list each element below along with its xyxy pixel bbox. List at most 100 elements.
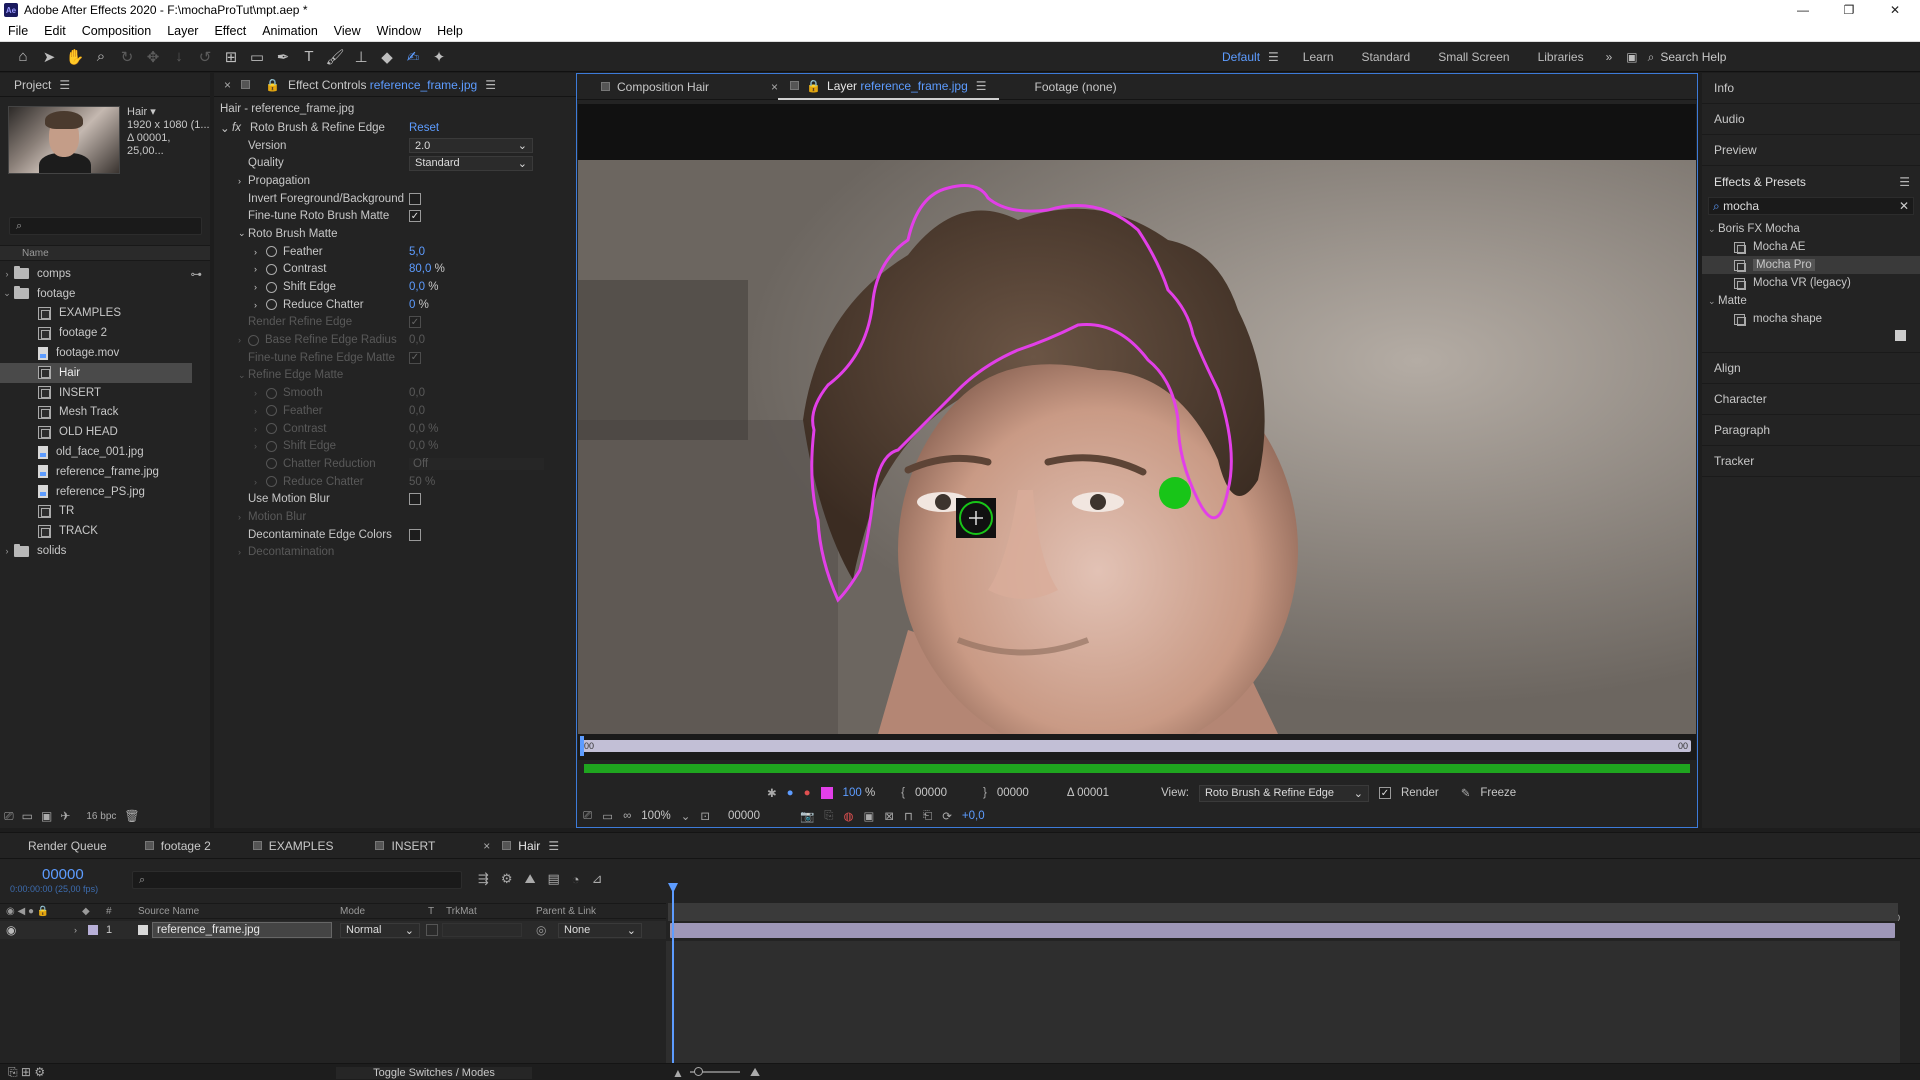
minimize-icon[interactable]: — [1780, 0, 1826, 20]
toggle-pane-icons[interactable]: ⎘ ⊞ ⚙ [8, 1065, 45, 1080]
project-item[interactable]: TRACK [0, 521, 210, 541]
effect-item[interactable]: mocha shape [1702, 310, 1920, 328]
align-panel-tab[interactable]: Align [1702, 353, 1920, 384]
restore-icon[interactable]: ❐ [1826, 0, 1872, 20]
out-point-icon[interactable]: } [983, 787, 987, 799]
edit-workspaces-icon[interactable]: ▣ [1620, 50, 1643, 64]
stopwatch-icon[interactable] [266, 263, 277, 275]
pan-camera-icon[interactable]: ✥ [141, 45, 165, 69]
tab-hair[interactable]: Hair ☰ [490, 834, 571, 858]
render-refine-checkbox[interactable] [409, 316, 421, 329]
flowchart-icon[interactable]: ⊶ [191, 267, 203, 281]
graph-editor-icon[interactable]: ⊿ [592, 871, 603, 887]
t-column-label[interactable]: T [428, 906, 434, 917]
layer-duration-bar[interactable] [670, 923, 1895, 938]
contrast-value[interactable]: 80,0 [409, 263, 431, 275]
number-column-label[interactable]: # [106, 906, 112, 917]
workspace-learn[interactable]: Learn [1289, 50, 1348, 64]
folder-footage[interactable]: ⌄ footage [0, 284, 210, 304]
fx-icon[interactable]: fx [232, 122, 241, 134]
toggle-switches-modes-button[interactable]: Toggle Switches / Modes [336, 1066, 532, 1079]
tab-insert[interactable]: INSERT [363, 834, 447, 858]
menu-animation[interactable]: Animation [254, 24, 326, 38]
expand-caret-icon[interactable]: › [0, 546, 14, 556]
feather-value[interactable]: 5,0 [409, 246, 425, 258]
reduce-chatter-value[interactable]: 0 [409, 299, 415, 311]
render-queue-icon[interactable]: ✈ [60, 809, 70, 823]
effects-presets-menu-icon[interactable]: ☰ [1899, 175, 1910, 189]
clone-stamp-icon[interactable]: ⊥ [349, 45, 373, 69]
roto-brush-matte-group[interactable]: ⌄ Roto Brush Matte [214, 225, 576, 243]
shift-edge-value[interactable]: 0,0 [409, 281, 425, 293]
bit-depth-button[interactable]: 16 bpc [86, 811, 116, 822]
project-item[interactable]: Mesh Track [0, 403, 210, 423]
layer-time-ruler[interactable]: 00 00 [578, 734, 1696, 760]
project-item[interactable]: reference_PS.jpg [0, 482, 210, 502]
always-preview-icon[interactable]: ⎚ [583, 810, 592, 823]
preserve-transparency-toggle[interactable] [426, 924, 438, 936]
project-item[interactable]: old_face_001.jpg [0, 442, 210, 462]
in-point-time[interactable]: 00000 [915, 787, 947, 799]
tab-footage-2[interactable]: footage 2 [133, 834, 223, 858]
roto-brush-mode-icon[interactable]: ✱ [767, 786, 777, 800]
source-name-column-label[interactable]: Source Name [138, 906, 199, 917]
trkmat-dropdown[interactable] [442, 923, 522, 937]
view-dropdown[interactable]: Roto Brush & Refine Edge ⌄ [1198, 784, 1369, 802]
layer-name[interactable]: reference_frame.jpg [152, 922, 332, 938]
motion-blur-checkbox[interactable] [409, 493, 421, 506]
zoom-out-icon[interactable]: ▲ [672, 1066, 684, 1080]
workspace-menu-icon[interactable]: ☰ [1268, 50, 1279, 64]
project-item[interactable]: OLD HEAD [0, 422, 210, 442]
rectangle-tool-icon[interactable]: ▭ [245, 45, 269, 69]
paragraph-panel-tab[interactable]: Paragraph [1702, 415, 1920, 446]
timeline-playhead[interactable] [672, 885, 674, 1065]
vr-icon[interactable]: ∞ [623, 810, 631, 822]
lock-icon[interactable]: 🔒 [265, 78, 280, 92]
current-timecode[interactable]: 00000 [42, 866, 84, 883]
viewer-menu-icon[interactable]: ☰ [976, 79, 987, 93]
layer-mode-dropdown[interactable]: Normal ⌄ [340, 922, 420, 938]
orbit-camera-icon[interactable]: ↻ [115, 45, 139, 69]
close-tab-icon[interactable]: × [771, 80, 778, 94]
menu-file[interactable]: File [0, 24, 36, 38]
new-folder-icon[interactable]: ▭ [22, 809, 33, 823]
menu-layer[interactable]: Layer [159, 24, 206, 38]
menu-view[interactable]: View [326, 24, 369, 38]
preview-panel-tab[interactable]: Preview [1702, 135, 1920, 166]
pan-behind-icon[interactable]: ⊞ [219, 45, 243, 69]
project-item[interactable]: footage 2 [0, 323, 210, 343]
roto-brush-viewer-image[interactable] [578, 160, 1696, 734]
project-item[interactable]: reference_frame.jpg [0, 462, 210, 482]
effect-item[interactable]: Mocha AE [1702, 238, 1920, 256]
eraser-tool-icon[interactable]: ◆ [375, 45, 399, 69]
decontaminate-checkbox[interactable] [409, 528, 421, 541]
project-menu-icon[interactable]: ☰ [59, 78, 70, 92]
workspace-small-screen[interactable]: Small Screen [1424, 50, 1523, 64]
menu-effect[interactable]: Effect [206, 24, 254, 38]
project-search-input[interactable]: ⌕ [9, 217, 202, 235]
freeze-icon[interactable]: ✎ [1461, 786, 1471, 800]
current-time-field[interactable]: 00000 [728, 810, 760, 822]
alpha-overlay-icon[interactable]: ● [804, 787, 811, 799]
hand-tool-icon[interactable]: ✋ [63, 45, 87, 69]
roto-brush-tool-icon[interactable]: ✍ [401, 45, 425, 69]
effect-item-selected[interactable]: Mocha Pro [1702, 256, 1920, 274]
search-help-field[interactable]: Search Help [1660, 50, 1726, 64]
project-item-selected[interactable]: Hair [0, 362, 192, 383]
layer-label-color[interactable] [88, 925, 98, 935]
collapse-caret-icon[interactable]: ⌄ [220, 121, 230, 135]
expand-caret-icon[interactable]: ⌄ [0, 288, 14, 299]
draft-3d-icon[interactable]: ⚙ [501, 871, 513, 887]
puppet-pin-icon[interactable]: ✦ [427, 45, 451, 69]
audio-panel-tab[interactable]: Audio [1702, 104, 1920, 135]
show-snapshot-icon[interactable]: ⎘ [824, 810, 833, 823]
close-tab-icon[interactable]: × [483, 839, 490, 853]
shy-layers-icon[interactable]: ⛰ [525, 871, 536, 887]
propagation-row[interactable]: › Propagation [214, 172, 576, 190]
workspace-libraries[interactable]: Libraries [1524, 50, 1598, 64]
tab-layer[interactable]: 🔒 Layer reference_frame.jpg ☰ [778, 74, 999, 100]
pen-tool-icon[interactable]: ✒ [271, 45, 295, 69]
matte-color-swatch[interactable] [820, 787, 833, 799]
fit-icon[interactable]: ⊡ [700, 809, 710, 823]
invert-checkbox[interactable] [409, 192, 421, 205]
